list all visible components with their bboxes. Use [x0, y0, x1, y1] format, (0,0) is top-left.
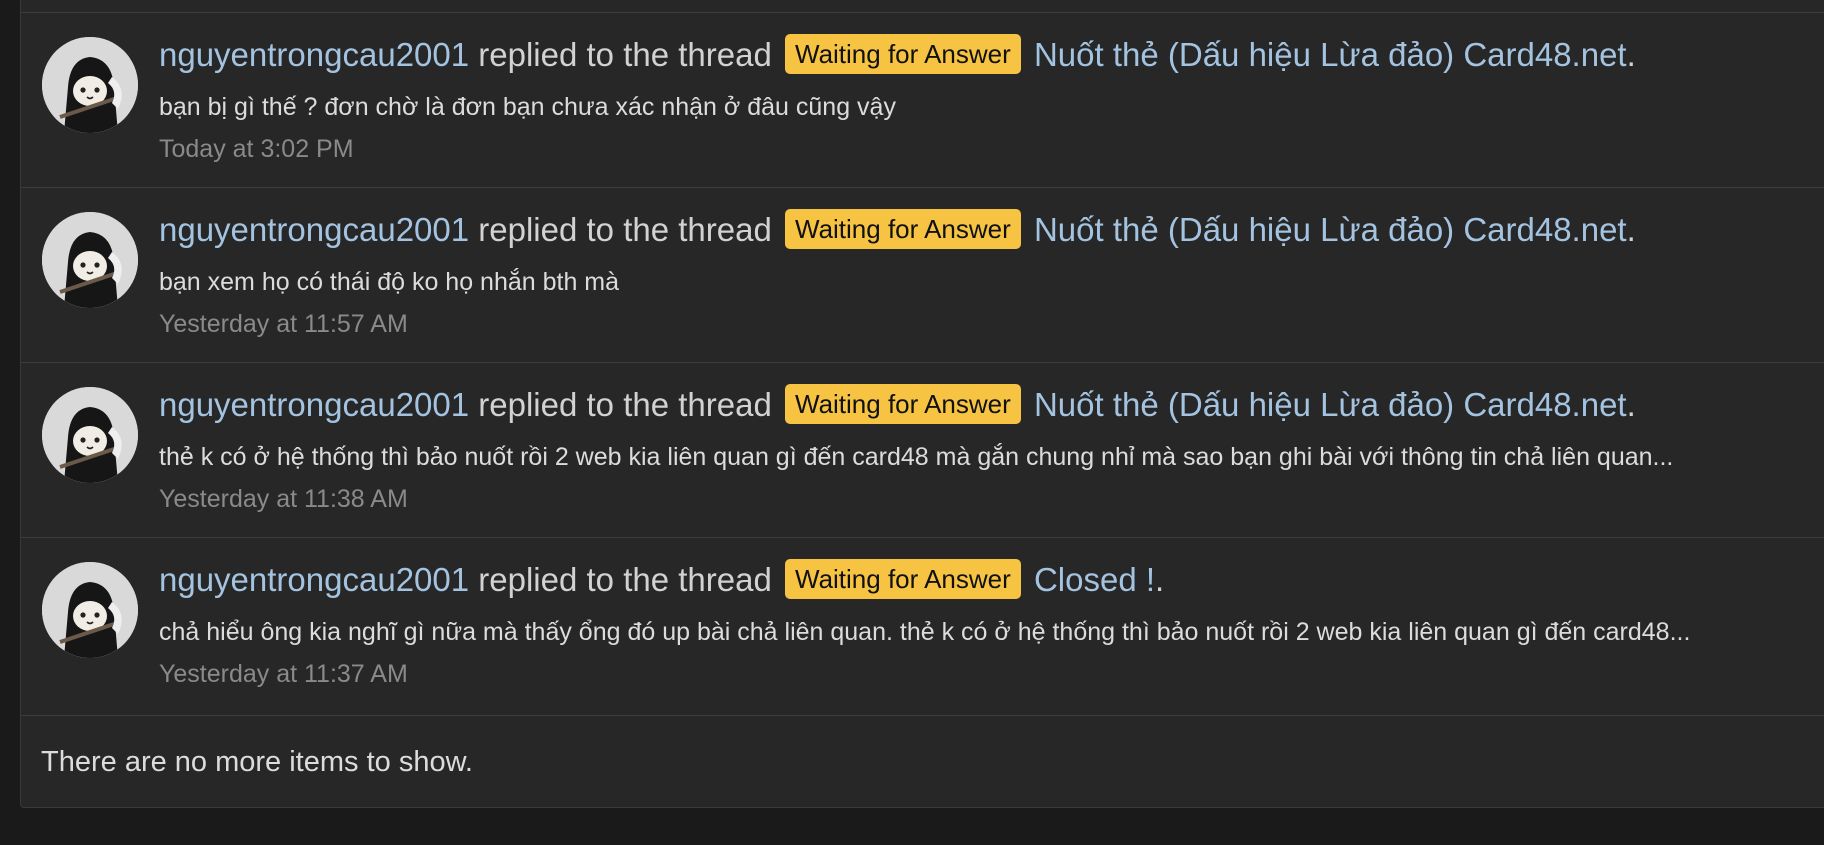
action-text: replied to the thread: [478, 561, 772, 598]
timestamp[interactable]: Yesterday at 11:38 AM: [159, 483, 408, 515]
avatar-image-icon: [42, 387, 138, 483]
username-link[interactable]: nguyentrongcau2001: [159, 36, 469, 73]
post-snippet: bạn xem họ có thái độ ko họ nhắn bth mà: [159, 268, 620, 296]
period: .: [1626, 211, 1636, 248]
post-snippet: thẻ k có ở hệ thống thì bảo nuốt rồi 2 w…: [159, 443, 1674, 471]
prefix-label[interactable]: Waiting for Answer: [785, 209, 1021, 249]
feed-footer: There are no more items to show.: [21, 715, 1824, 807]
username-link[interactable]: nguyentrongcau2001: [159, 386, 469, 423]
feed-item: nguyentrongcau2001 replied to the thread…: [21, 537, 1824, 712]
period: .: [1626, 386, 1636, 423]
timestamp[interactable]: Today at 3:02 PM: [159, 133, 354, 165]
username-link[interactable]: nguyentrongcau2001: [159, 211, 469, 248]
post-snippet: bạn bị gì thế ? đơn chờ là đơn bạn chưa …: [159, 93, 896, 121]
activity-headline: nguyentrongcau2001 replied to the thread…: [159, 383, 1636, 427]
feed-item: nguyentrongcau2001 replied to the thread…: [21, 12, 1824, 187]
activity-headline: nguyentrongcau2001 replied to the thread…: [159, 558, 1164, 602]
avatar-image-icon: [42, 212, 138, 308]
prefix-label[interactable]: Waiting for Answer: [785, 559, 1021, 599]
feed-item: nguyentrongcau2001 replied to the thread…: [21, 187, 1824, 362]
avatar[interactable]: [42, 387, 138, 483]
news-feed-panel: nguyentrongcau2001 replied to the thread…: [20, 0, 1824, 808]
prefix-label[interactable]: Waiting for Answer: [785, 384, 1021, 424]
action-text: replied to the thread: [478, 211, 772, 248]
avatar-image-icon: [42, 562, 138, 658]
thread-title-link[interactable]: Nuốt thẻ (Dấu hiệu Lừa đảo) Card48.net: [1034, 211, 1627, 248]
timestamp[interactable]: Yesterday at 11:57 AM: [159, 308, 408, 340]
thread-title-link[interactable]: Nuốt thẻ (Dấu hiệu Lừa đảo) Card48.net: [1034, 386, 1627, 423]
no-more-items-text: There are no more items to show.: [41, 746, 473, 778]
activity-headline: nguyentrongcau2001 replied to the thread…: [159, 208, 1636, 252]
avatar[interactable]: [42, 37, 138, 133]
avatar[interactable]: [42, 212, 138, 308]
prefix-label[interactable]: Waiting for Answer: [785, 34, 1021, 74]
thread-title-link[interactable]: Closed !: [1034, 561, 1155, 598]
action-text: replied to the thread: [478, 36, 772, 73]
avatar-image-icon: [42, 37, 138, 133]
timestamp[interactable]: Yesterday at 11:37 AM: [159, 658, 408, 690]
activity-headline: nguyentrongcau2001 replied to the thread…: [159, 33, 1636, 77]
feed-item: nguyentrongcau2001 replied to the thread…: [21, 362, 1824, 537]
action-text: replied to the thread: [478, 386, 772, 423]
post-snippet: chả hiểu ông kia nghĩ gì nữa mà thấy ổng…: [159, 618, 1691, 646]
username-link[interactable]: nguyentrongcau2001: [159, 561, 469, 598]
period: .: [1626, 36, 1636, 73]
thread-title-link[interactable]: Nuốt thẻ (Dấu hiệu Lừa đảo) Card48.net: [1034, 36, 1627, 73]
avatar[interactable]: [42, 562, 138, 658]
period: .: [1155, 561, 1165, 598]
